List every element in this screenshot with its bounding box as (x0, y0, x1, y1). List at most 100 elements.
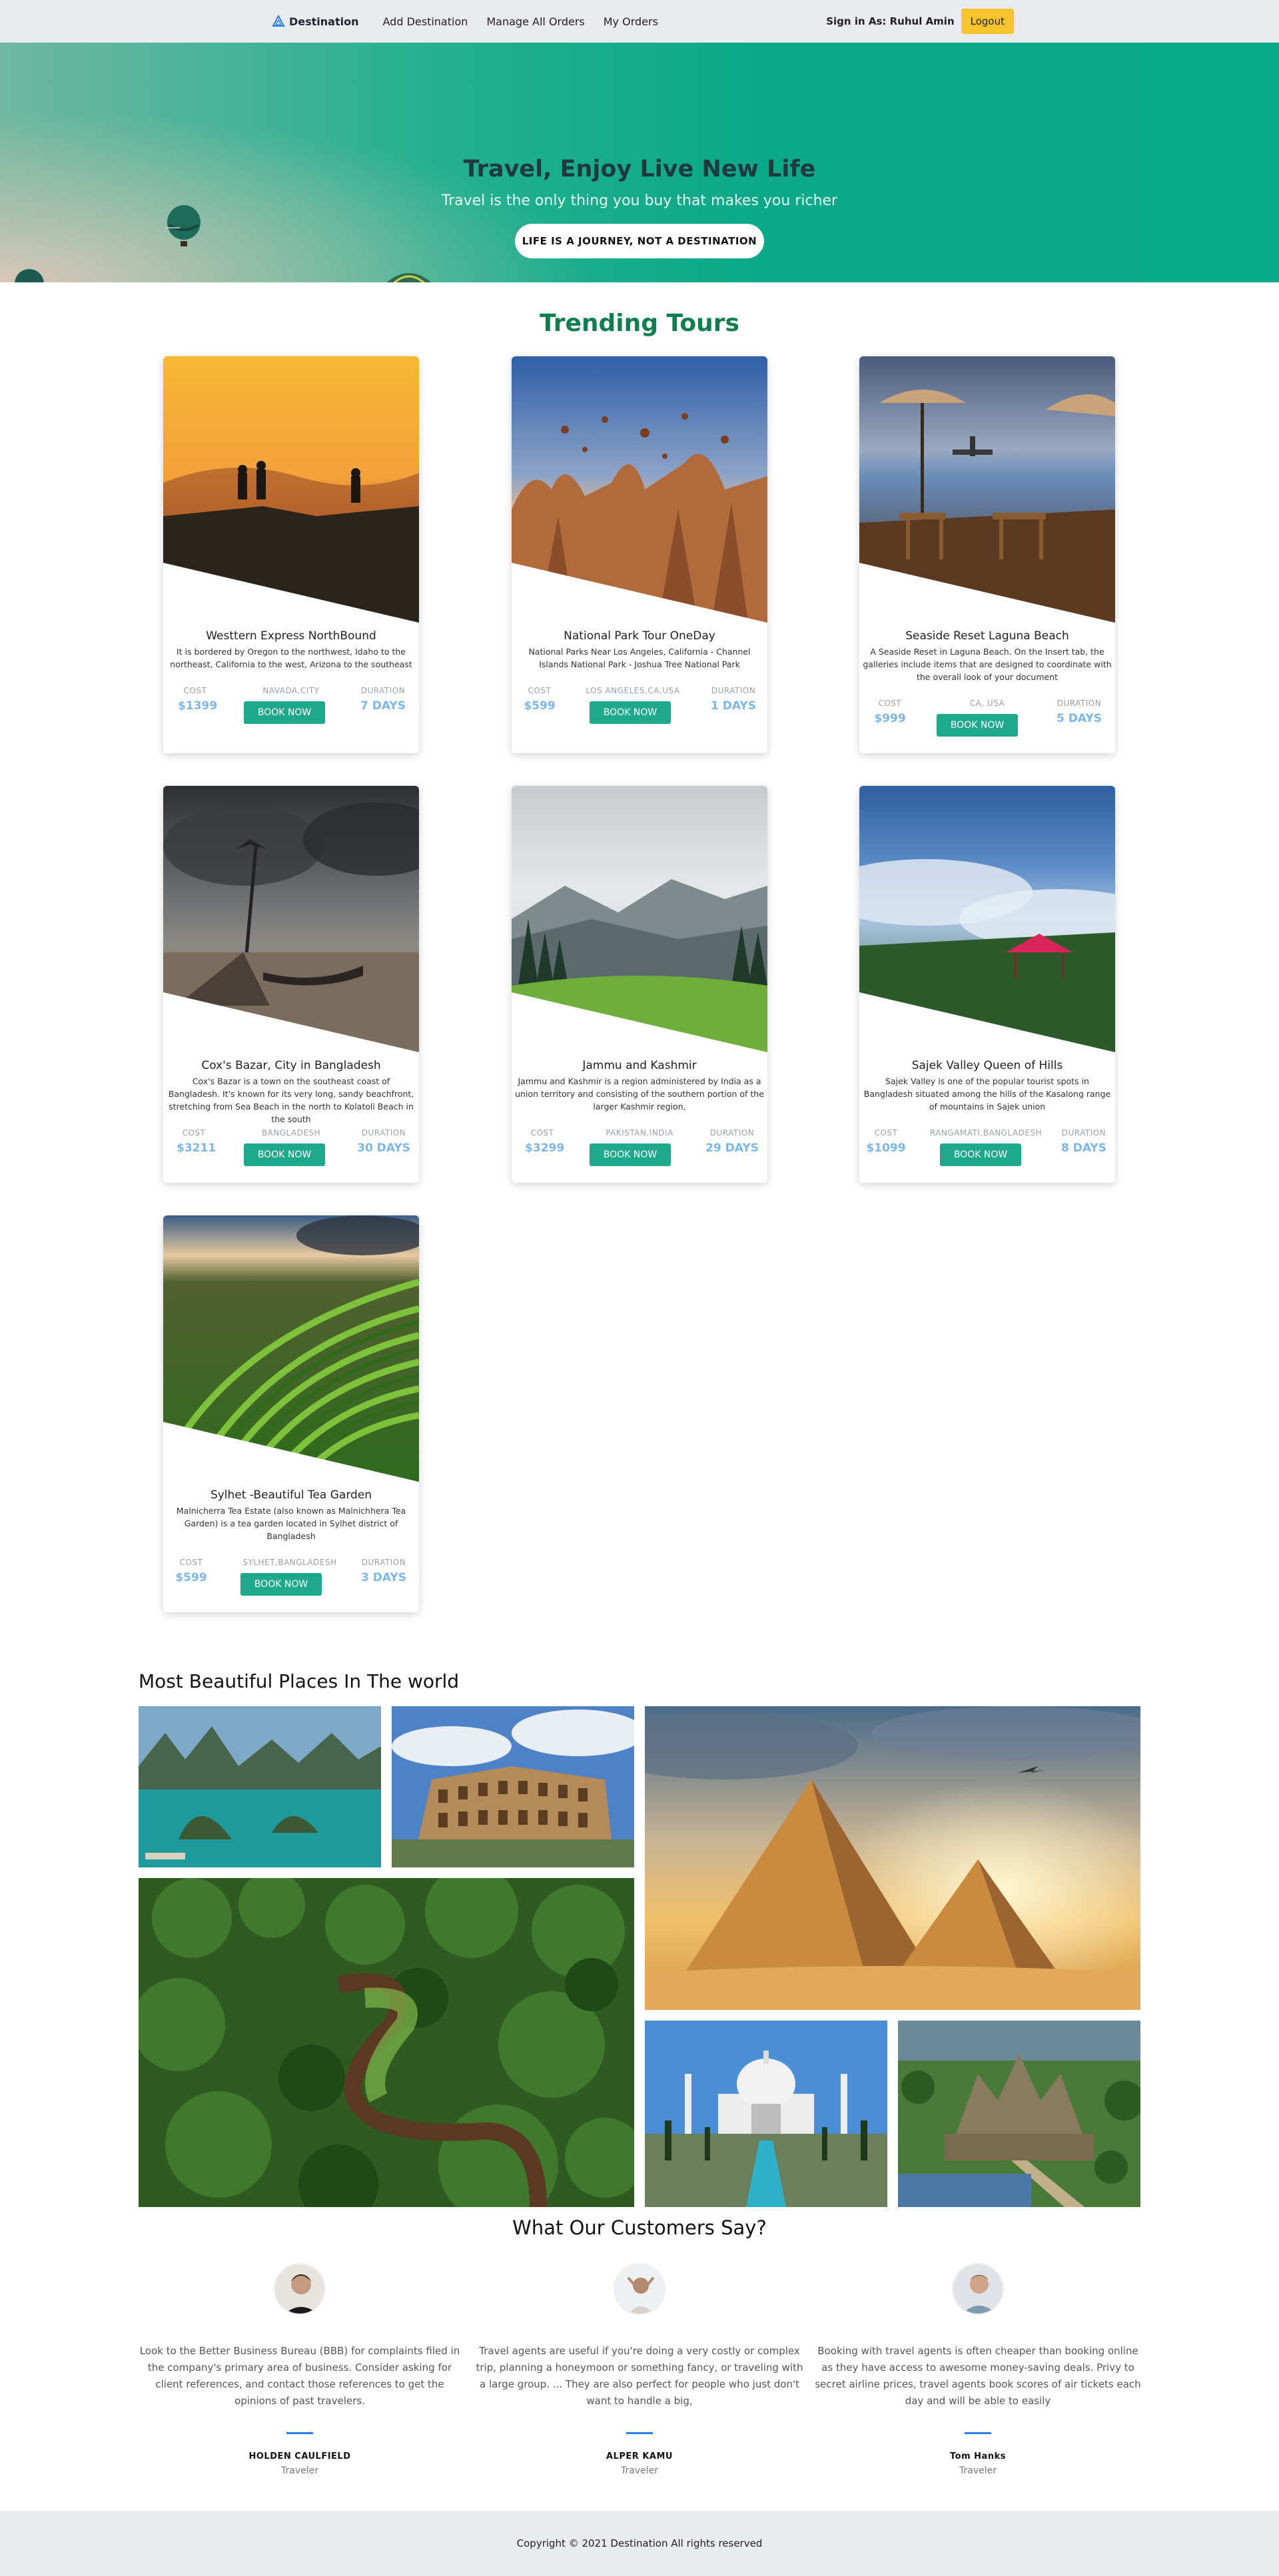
testimonial-text: Booking with travel agents is often chea… (815, 2345, 1141, 2407)
cost-label: COST (530, 1128, 554, 1137)
tour-duration: DURATION 30 DAYS (354, 1128, 414, 1155)
duration-value: 30 DAYS (357, 1141, 410, 1155)
duration-value: 3 DAYS (361, 1571, 406, 1584)
avatar (952, 2263, 1004, 2315)
location-label: PAKISTAN,INDIA (606, 1128, 673, 1137)
testimonial-role: Traveler (959, 2465, 997, 2476)
tour-cost: COST $1399 (178, 686, 218, 713)
gallery-image-pyramids (645, 1706, 1140, 2010)
duration-label: DURATION (361, 1128, 406, 1137)
duration-value: 29 DAYS (705, 1141, 759, 1155)
tour-image (512, 356, 767, 623)
gallery-image-forest-river (139, 1878, 634, 2207)
duration-label: DURATION (709, 1128, 755, 1137)
tour-description: Cox's Bazar is a town on the southeast c… (168, 1076, 414, 1124)
duration-value: 5 DAYS (1057, 712, 1102, 725)
location-label: CA, USA (969, 699, 1005, 708)
tour-body: National Park Tour OneDay National Parks… (512, 629, 767, 671)
book-now-button[interactable]: BOOK NOW (590, 701, 671, 724)
tour-image (859, 356, 1115, 623)
hero-title: Travel, Enjoy Live New Life (463, 156, 816, 182)
cost-value: $599 (524, 699, 556, 713)
testimonials-title: What Our Customers Say? (512, 2216, 767, 2239)
cost-label: COST (878, 699, 902, 708)
tour-duration: DURATION 1 DAYS (705, 686, 762, 713)
tour-body: Sajek Valley Queen of Hills Sajek Valley… (859, 1059, 1115, 1113)
signin-status: Sign in As: Ruhul Amin (826, 15, 955, 27)
cost-label: COST (179, 1558, 203, 1567)
tour-location: RANGAMATI,BANGLADESH (919, 1128, 1053, 1137)
testimonial: Travel agents are useful if you're doing… (473, 2263, 806, 2476)
gallery-image-taj-mahal (645, 2021, 887, 2207)
tour-title: National Park Tour OneDay (564, 629, 715, 643)
duration-label: DURATION (1061, 1128, 1106, 1137)
gallery-image-colosseum (392, 1706, 634, 1867)
tour-meta: COST $3211 BANGLADESH DURATION 30 DAYS B… (163, 1128, 419, 1175)
testimonial-name: ALPER KAMU (606, 2451, 673, 2461)
tour-description: It is bordered by Oregon to the northwes… (170, 647, 412, 669)
nav-right: Sign in As: Ruhul Amin Logout (826, 0, 1014, 43)
book-now-button[interactable]: BOOK NOW (940, 1143, 1021, 1166)
book-now-button[interactable]: BOOK NOW (244, 1143, 325, 1166)
balloon-small-icon (165, 227, 180, 228)
nav-link-my-orders[interactable]: My Orders (604, 15, 658, 28)
tour-duration: DURATION 8 DAYS (1057, 1128, 1111, 1155)
hero-cta-button[interactable]: LIFE IS A JOURNEY, NOT A DESTINATION (515, 224, 764, 258)
tour-duration: DURATION 29 DAYS (702, 1128, 762, 1155)
tour-card: Jammu and Kashmir Jammu and Kashmir is a… (512, 786, 767, 1183)
page: Destination Add Destination Manage All O… (0, 0, 1279, 2576)
tour-duration: DURATION 7 DAYS (356, 686, 410, 713)
tour-description: Malnicherra Tea Estate (also known as Ma… (176, 1506, 406, 1541)
testimonial-role: Traveler (621, 2465, 658, 2476)
tour-description: Sajek Valley is one of the popular touri… (863, 1076, 1111, 1112)
cost-value: $3299 (525, 1141, 565, 1155)
tour-duration: DURATION 3 DAYS (354, 1558, 414, 1584)
tour-image (512, 786, 767, 1052)
tour-location: BANGLADESH (241, 1128, 341, 1137)
duration-label: DURATION (711, 686, 756, 695)
gallery-image-angkor-wat (898, 2021, 1140, 2207)
tour-meta: COST $1399 NAVADA,CITY DURATION 7 DAYS B… (163, 686, 419, 733)
tour-location: SYLHET,BANGLADESH (230, 1558, 350, 1567)
logout-button[interactable]: Logout (961, 9, 1014, 34)
tour-location: CA, USA (937, 699, 1037, 708)
tour-card: Seaside Reset Laguna Beach A Seaside Res… (859, 356, 1115, 753)
divider (626, 2432, 653, 2434)
gallery-title: Most Beautiful Places In The world (139, 1670, 460, 1692)
location-label: LOS ANGELES,CA,USA (586, 686, 680, 695)
nav-link-manage-orders[interactable]: Manage All Orders (486, 15, 584, 28)
duration-label: DURATION (360, 686, 406, 695)
tour-meta: COST $599 SYLHET,BANGLADESH DURATION 3 D… (163, 1558, 419, 1604)
duration-label: DURATION (1057, 699, 1102, 708)
location-label: SYLHET,BANGLADESH (242, 1558, 337, 1567)
testimonial-name: Tom Hanks (950, 2451, 1006, 2461)
tour-description: A Seaside Reset in Laguna Beach. On the … (863, 647, 1112, 682)
testimonial-role: Traveler (281, 2465, 318, 2476)
testimonial-text: Look to the Better Business Bureau (BBB)… (139, 2345, 460, 2407)
book-now-button[interactable]: BOOK NOW (244, 701, 325, 724)
tour-card: Westtern Express NorthBound It is border… (163, 356, 419, 753)
tour-card: National Park Tour OneDay National Parks… (512, 356, 767, 753)
tour-cost: COST $3211 (177, 1128, 216, 1155)
tour-body: Jammu and Kashmir Jammu and Kashmir is a… (512, 1059, 767, 1113)
tour-image (163, 356, 419, 623)
tour-meta: COST $599 LOS ANGELES,CA,USA DURATION 1 … (512, 686, 767, 733)
gallery-image-halong-bay (139, 1706, 381, 1867)
tour-image (163, 786, 419, 1052)
tour-card: Sylhet -Beautiful Tea Garden Malnicherra… (163, 1215, 419, 1612)
tour-body: Sylhet -Beautiful Tea Garden Malnicherra… (163, 1488, 419, 1542)
book-now-button[interactable]: BOOK NOW (590, 1143, 671, 1166)
cost-value: $1399 (178, 699, 218, 713)
testimonial: Booking with travel agents is often chea… (811, 2263, 1144, 2476)
book-now-button[interactable]: BOOK NOW (937, 714, 1018, 737)
tour-location: LOS ANGELES,CA,USA (573, 686, 693, 695)
tour-meta: COST $3299 PAKISTAN,INDIA DURATION 29 DA… (512, 1128, 767, 1175)
nav-link-add-destination[interactable]: Add Destination (383, 15, 468, 28)
book-now-button[interactable]: BOOK NOW (240, 1573, 322, 1596)
tour-location: NAVADA,CITY (241, 686, 341, 695)
avatar (274, 2263, 326, 2315)
cost-label: COST (528, 686, 552, 695)
brand[interactable]: Destination (272, 15, 359, 28)
cost-value: $999 (874, 712, 906, 725)
nav-left: Destination Add Destination Manage All O… (272, 0, 677, 43)
